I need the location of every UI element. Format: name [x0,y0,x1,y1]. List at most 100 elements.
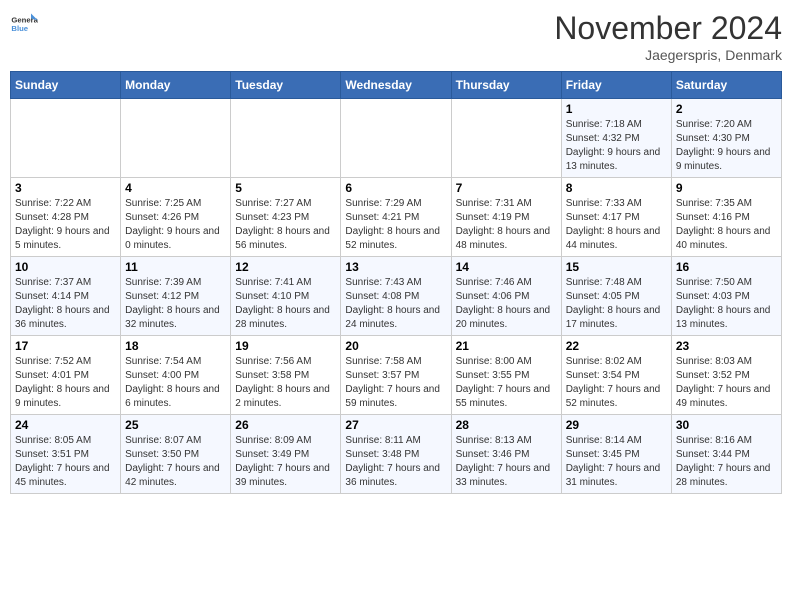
day-info: Sunrise: 7:31 AMSunset: 4:19 PMDaylight:… [456,197,557,253]
day-info: Sunrise: 7:39 AMSunset: 4:12 PMDaylight:… [125,276,226,332]
day-info: Sunrise: 7:20 AMSunset: 4:30 PMDaylight:… [676,118,777,174]
table-row: 4Sunrise: 7:25 AMSunset: 4:26 PMDaylight… [121,178,231,257]
day-number: 21 [456,339,557,353]
day-number: 1 [566,102,667,116]
table-row: 23 Sunrise: 8:03 AMSunset: 3:52 PMDayligh… [671,336,781,415]
day-number: 15 [566,260,667,274]
table-row: 8Sunrise: 7:33 AMSunset: 4:17 PMDaylight… [561,178,671,257]
col-tuesday: Tuesday [231,72,341,99]
day-number: 17 [15,339,116,353]
day-info: Sunrise: 8:13 AMSunset: 3:46 PMDaylight:… [456,434,557,490]
day-info: Sunrise: 7:18 AMSunset: 4:32 PMDaylight:… [566,118,667,174]
table-row [121,99,231,178]
table-row: 20Sunrise: 7:58 AMSunset: 3:57 PMDayligh… [341,336,451,415]
table-row: 16 Sunrise: 7:50 AMSunset: 4:03 PMDayligh… [671,257,781,336]
day-info: Sunrise: 8:07 AMSunset: 3:50 PMDaylight:… [125,434,226,490]
table-row [451,99,561,178]
day-number: 28 [456,418,557,432]
day-number: 25 [125,418,226,432]
day-number: 9 [676,181,777,195]
table-row: 10Sunrise: 7:37 AMSunset: 4:14 PMDayligh… [11,257,121,336]
day-number: 29 [566,418,667,432]
day-info: Sunrise: 7:25 AMSunset: 4:26 PMDaylight:… [125,197,226,253]
calendar-week-2: 3 Sunrise: 7:22 AMSunset: 4:28 PMDaylight… [11,178,782,257]
calendar-table: Sunday Monday Tuesday Wednesday Thursday… [10,71,782,494]
table-row: 5Sunrise: 7:27 AMSunset: 4:23 PMDaylight… [231,178,341,257]
day-info: Sunrise: 7:56 AMSunset: 3:58 PMDaylight:… [235,355,336,411]
day-info: Sunrise: 8:16 AMSunset: 3:44 PMDaylight:… [676,434,777,490]
title-block: November 2024 Jaegerspris, Denmark [554,10,782,63]
table-row: 30 Sunrise: 8:16 AMSunset: 3:44 PMDayligh… [671,415,781,494]
table-row: 17 Sunrise: 7:52 AMSunset: 4:01 PMDayligh… [11,336,121,415]
day-info: Sunrise: 7:41 AMSunset: 4:10 PMDaylight:… [235,276,336,332]
table-row: 12Sunrise: 7:41 AMSunset: 4:10 PMDayligh… [231,257,341,336]
table-row [11,99,121,178]
day-number: 30 [676,418,777,432]
table-row: 22 Sunrise: 8:02 AMSunset: 3:54 PMDayligh… [561,336,671,415]
calendar-header-row: Sunday Monday Tuesday Wednesday Thursday… [11,72,782,99]
day-info: Sunrise: 8:14 AMSunset: 3:45 PMDaylight:… [566,434,667,490]
col-friday: Friday [561,72,671,99]
table-row: 9 Sunrise: 7:35 AMSunset: 4:16 PMDaylight… [671,178,781,257]
day-number: 7 [456,181,557,195]
day-number: 8 [566,181,667,195]
table-row: 2 Sunrise: 7:20 AMSunset: 4:30 PMDaylight… [671,99,781,178]
day-number: 3 [15,181,116,195]
table-row: 29 Sunrise: 8:14 AMSunset: 3:45 PMDayligh… [561,415,671,494]
day-info: Sunrise: 8:09 AMSunset: 3:49 PMDaylight:… [235,434,336,490]
day-info: Sunrise: 7:58 AMSunset: 3:57 PMDaylight:… [345,355,446,411]
day-info: Sunrise: 7:48 AMSunset: 4:05 PMDaylight:… [566,276,667,332]
day-number: 18 [125,339,226,353]
day-info: Sunrise: 7:43 AMSunset: 4:08 PMDaylight:… [345,276,446,332]
day-info: Sunrise: 7:52 AMSunset: 4:01 PMDaylight:… [15,355,116,411]
col-wednesday: Wednesday [341,72,451,99]
location: Jaegerspris, Denmark [554,47,782,63]
day-info: Sunrise: 7:54 AMSunset: 4:00 PMDaylight:… [125,355,226,411]
day-number: 24 [15,418,116,432]
table-row: 18 Sunrise: 7:54 AMSunset: 4:00 PMDayligh… [121,336,231,415]
col-monday: Monday [121,72,231,99]
month-title: November 2024 [554,10,782,47]
table-row: 15 Sunrise: 7:48 AMSunset: 4:05 PMDayligh… [561,257,671,336]
day-info: Sunrise: 7:35 AMSunset: 4:16 PMDaylight:… [676,197,777,253]
day-number: 19 [235,339,336,353]
table-row: 14Sunrise: 7:46 AMSunset: 4:06 PMDayligh… [451,257,561,336]
day-number: 26 [235,418,336,432]
col-sunday: Sunday [11,72,121,99]
day-info: Sunrise: 7:22 AMSunset: 4:28 PMDaylight:… [15,197,116,253]
table-row: 25 Sunrise: 8:07 AMSunset: 3:50 PMDayligh… [121,415,231,494]
day-number: 13 [345,260,446,274]
day-info: Sunrise: 8:02 AMSunset: 3:54 PMDaylight:… [566,355,667,411]
svg-text:Blue: Blue [11,24,28,33]
table-row: 28 Sunrise: 8:13 AMSunset: 3:46 PMDayligh… [451,415,561,494]
table-row: 19 Sunrise: 7:56 AMSunset: 3:58 PMDayligh… [231,336,341,415]
day-number: 5 [235,181,336,195]
day-info: Sunrise: 8:11 AMSunset: 3:48 PMDaylight:… [345,434,446,490]
table-row: 21 Sunrise: 8:00 AMSunset: 3:55 PMDayligh… [451,336,561,415]
col-thursday: Thursday [451,72,561,99]
col-saturday: Saturday [671,72,781,99]
day-number: 10 [15,260,116,274]
day-info: Sunrise: 8:00 AMSunset: 3:55 PMDaylight:… [456,355,557,411]
day-info: Sunrise: 7:50 AMSunset: 4:03 PMDaylight:… [676,276,777,332]
table-row: 13 Sunrise: 7:43 AMSunset: 4:08 PMDayligh… [341,257,451,336]
day-number: 23 [676,339,777,353]
table-row: 6Sunrise: 7:29 AMSunset: 4:21 PMDaylight… [341,178,451,257]
day-number: 2 [676,102,777,116]
day-number: 16 [676,260,777,274]
calendar-week-1: 1 Sunrise: 7:18 AMSunset: 4:32 PMDaylight… [11,99,782,178]
day-number: 14 [456,260,557,274]
calendar-week-3: 10Sunrise: 7:37 AMSunset: 4:14 PMDayligh… [11,257,782,336]
day-number: 22 [566,339,667,353]
day-number: 11 [125,260,226,274]
day-info: Sunrise: 7:29 AMSunset: 4:21 PMDaylight:… [345,197,446,253]
table-row: 11 Sunrise: 7:39 AMSunset: 4:12 PMDayligh… [121,257,231,336]
logo: General Blue [10,10,38,38]
logo-icon: General Blue [10,10,38,38]
calendar-week-5: 24Sunrise: 8:05 AMSunset: 3:51 PMDayligh… [11,415,782,494]
day-info: Sunrise: 8:03 AMSunset: 3:52 PMDaylight:… [676,355,777,411]
table-row [341,99,451,178]
table-row: 7 Sunrise: 7:31 AMSunset: 4:19 PMDaylight… [451,178,561,257]
page-header: General Blue November 2024 Jaegerspris, … [10,10,782,63]
table-row: 26 Sunrise: 8:09 AMSunset: 3:49 PMDayligh… [231,415,341,494]
